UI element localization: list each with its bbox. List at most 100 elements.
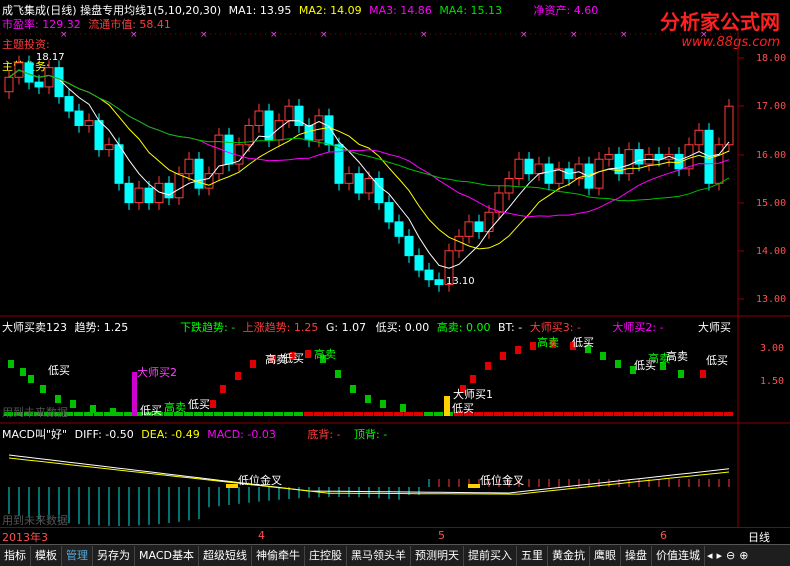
tab-shentou[interactable]: 神偷牵牛 — [252, 545, 305, 566]
candle-body — [354, 173, 364, 194]
low-buy-value: 低买: 0.00 — [375, 321, 430, 334]
candle-body — [4, 76, 14, 93]
tab-heima[interactable]: 黑马领头羊 — [347, 545, 411, 566]
panel2-header: 大师买卖123 趋势: 1.25 — [2, 319, 128, 335]
candle-body — [514, 158, 524, 180]
golden-cross-marker — [468, 484, 480, 488]
candle-body — [404, 235, 414, 257]
trend-bar — [254, 412, 263, 416]
signal-dot — [210, 400, 216, 408]
candle-body — [114, 144, 124, 184]
macd-value: MACD: -0.03 — [207, 428, 276, 441]
scroll-right-icon[interactable]: ▸ — [715, 546, 725, 566]
date-label: 6 — [660, 529, 667, 542]
trend-bar — [694, 412, 703, 416]
high-label: 18.17 — [36, 52, 65, 63]
signal-dot — [28, 375, 34, 383]
diff-value: DIFF: -0.50 — [74, 428, 134, 441]
date-label: 5 — [438, 529, 445, 542]
date-label: 4 — [258, 529, 265, 542]
panel2-values: 下跌趋势: - 上涨趋势: 1.25 G: 1.07 低买: 0.00 高卖: … — [180, 319, 664, 335]
tab-macd-basic[interactable]: MACD基本 — [135, 545, 199, 566]
signal-dot — [20, 368, 26, 376]
scroll-left-icon[interactable]: ◂ — [705, 546, 715, 566]
event-marker: × — [270, 30, 278, 40]
panel3-header: MACD叫"好" DIFF: -0.50 DEA: -0.49 MACD: -0… — [2, 426, 387, 442]
tab-eagle-eye[interactable]: 鹰眼 — [590, 545, 621, 566]
trend-bar — [74, 412, 83, 416]
candle-body — [44, 67, 54, 88]
candle-body — [464, 221, 474, 237]
master-buy2: 大师买2: - — [612, 321, 664, 334]
tab-indicator[interactable]: 指标 — [0, 545, 31, 566]
candle-body — [94, 120, 104, 151]
candle-body — [424, 269, 434, 281]
trend-bar — [334, 412, 343, 416]
trend-bar — [644, 412, 653, 416]
candle-body — [524, 158, 534, 175]
candle-body — [374, 178, 384, 204]
tab-value[interactable]: 价值连城 — [652, 545, 705, 566]
trend-bar — [534, 412, 543, 416]
trend-bar — [124, 412, 133, 416]
trend-bar — [554, 412, 563, 416]
tab-predict[interactable]: 预测明天 — [411, 545, 464, 566]
panel2-future-note: 用到未来数据 — [2, 406, 68, 419]
panel2-corner: 大师买 — [698, 321, 731, 334]
trend-bar — [194, 412, 203, 416]
macd-panel — [8, 454, 730, 526]
price-axis-label: 14.00 — [756, 246, 787, 257]
tab-golden-pit[interactable]: 黄金抗 — [548, 545, 590, 566]
candle-body — [144, 187, 154, 204]
zoom-in-icon[interactable]: ⊕ — [737, 546, 750, 566]
signal-dot — [90, 405, 96, 413]
signal-dot — [220, 385, 226, 393]
trend-bar — [494, 412, 503, 416]
golden-cross-label: 低位金叉 — [480, 474, 524, 487]
master-buy1-bar — [444, 396, 450, 416]
high-sell-value: 高卖: 0.00 — [436, 321, 491, 334]
candle-body — [534, 163, 544, 175]
tab-zhuangkong[interactable]: 庄控股 — [305, 545, 347, 566]
signal-low-buy: 低买 — [452, 402, 474, 415]
tab-template[interactable]: 模板 — [31, 545, 62, 566]
signal-dot — [678, 370, 684, 378]
candle-body — [184, 158, 194, 175]
candle-body — [64, 96, 74, 112]
tab-wuli[interactable]: 五里 — [517, 545, 548, 566]
signal-dot — [305, 350, 311, 358]
event-marker: × — [570, 30, 578, 40]
signal-high-sell: 高卖 — [314, 348, 336, 361]
signal-dot — [365, 395, 371, 403]
signal-dot — [500, 352, 506, 360]
tab-save-as[interactable]: 另存为 — [93, 545, 135, 566]
trend-bar — [524, 412, 533, 416]
candle-body — [344, 173, 354, 184]
candle-body — [284, 105, 294, 122]
trend-bar — [504, 412, 513, 416]
signal-dot — [110, 408, 116, 416]
panel2-name: 大师买卖123 — [2, 321, 67, 334]
signal-dot — [400, 404, 406, 412]
tab-super-short[interactable]: 超级短线 — [199, 545, 252, 566]
tab-manage[interactable]: 管理 — [62, 545, 93, 566]
period-label[interactable]: 日线 — [748, 529, 770, 545]
trend-bar — [294, 412, 303, 416]
candle-body — [84, 120, 94, 126]
master-buy3: 大师买3: - — [529, 321, 581, 334]
candle-body — [214, 134, 224, 175]
trend-bar — [344, 412, 353, 416]
trend-bar — [384, 412, 393, 416]
event-marker: × — [320, 30, 328, 40]
signal-master-buy2: 大师买2 — [137, 366, 177, 379]
trend-bar — [274, 412, 283, 416]
tab-early-buy[interactable]: 提前买入 — [464, 545, 517, 566]
tab-caopan[interactable]: 操盘 — [621, 545, 652, 566]
trend-bar — [724, 412, 733, 416]
signal-dot — [615, 360, 621, 368]
candle-body — [414, 255, 424, 271]
candle-body — [194, 158, 204, 189]
signal-low-buy: 低买 — [706, 354, 728, 367]
zoom-out-icon[interactable]: ⊖ — [724, 546, 737, 566]
candle-body — [474, 221, 484, 233]
